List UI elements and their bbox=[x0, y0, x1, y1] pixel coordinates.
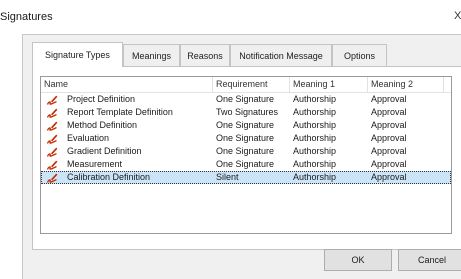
cell-requirement: Silent bbox=[216, 172, 239, 182]
cell-meaning-2: Approval bbox=[371, 120, 407, 130]
cell-meaning-1: Authorship bbox=[293, 107, 337, 117]
cancel-button[interactable]: Cancel bbox=[398, 249, 461, 271]
cell-meaning-1: Authorship bbox=[293, 133, 337, 143]
cell-meaning-2: Approval bbox=[371, 146, 407, 156]
column-header-name[interactable]: Name bbox=[41, 77, 213, 92]
cell-meaning-2: Approval bbox=[371, 159, 407, 169]
table-row[interactable]: Gradient Definition One Signature Authorsh… bbox=[41, 145, 451, 158]
table-row[interactable]: Report Template Definition Two Signatures… bbox=[41, 106, 451, 119]
column-header-meaning-2[interactable]: Meaning 2 bbox=[368, 77, 444, 92]
cell-name: Gradient Definition bbox=[67, 146, 142, 156]
pen-signature-icon bbox=[46, 119, 58, 132]
table-row[interactable]: Project Definition One Signature Authorshi… bbox=[41, 93, 451, 106]
cell-requirement: One Signature bbox=[216, 159, 275, 169]
cell-meaning-1: Authorship bbox=[293, 159, 337, 169]
table-row[interactable]: Method Definition One Signature Authorship… bbox=[41, 119, 451, 132]
cell-name: Report Template Definition bbox=[67, 107, 173, 117]
tab-page: Name Requirement Meaning 1 Meaning 2 Pro… bbox=[32, 66, 461, 250]
column-header-meaning-1[interactable]: Meaning 1 bbox=[290, 77, 368, 92]
cell-requirement: One Signature bbox=[216, 94, 275, 104]
table-row[interactable]: Calibration Definition Silent Authorship Ap… bbox=[41, 171, 451, 184]
signature-types-list[interactable]: Name Requirement Meaning 1 Meaning 2 Pro… bbox=[40, 76, 452, 234]
cell-meaning-2: Approval bbox=[371, 107, 407, 117]
cell-requirement: One Signature bbox=[216, 146, 275, 156]
dialog-panel: Signature Types Meanings Reasons Notific… bbox=[22, 34, 461, 279]
pen-signature-icon bbox=[46, 132, 58, 145]
cell-meaning-1: Authorship bbox=[293, 94, 337, 104]
column-header-requirement[interactable]: Requirement bbox=[213, 77, 290, 92]
ok-button[interactable]: OK bbox=[324, 249, 392, 271]
cell-name: Project Definition bbox=[67, 94, 136, 104]
cell-meaning-2: Approval bbox=[371, 172, 407, 182]
table-row[interactable]: Measurement One Signature Authorship Approv… bbox=[41, 158, 451, 171]
cell-name: Method Definition bbox=[67, 120, 138, 130]
cell-meaning-1: Authorship bbox=[293, 146, 337, 156]
cell-meaning-2: Approval bbox=[371, 94, 407, 104]
table-row[interactable]: Evaluation One Signature Authorship Approva… bbox=[41, 132, 451, 145]
tab-reasons[interactable]: Reasons bbox=[180, 44, 230, 66]
tab-notification-message[interactable]: Notification Message bbox=[230, 44, 332, 66]
pen-signature-icon bbox=[46, 158, 58, 171]
tab-signature-types[interactable]: Signature Types bbox=[32, 42, 123, 67]
pen-signature-icon bbox=[46, 171, 58, 184]
tab-meanings[interactable]: Meanings bbox=[123, 44, 180, 66]
pen-signature-icon bbox=[46, 93, 58, 106]
cell-requirement: One Signature bbox=[216, 133, 275, 143]
cell-meaning-1: Authorship bbox=[293, 120, 337, 130]
cell-meaning-1: Authorship bbox=[293, 172, 337, 182]
tab-options[interactable]: Options bbox=[332, 44, 387, 66]
cell-name: Calibration Definition bbox=[67, 172, 151, 182]
cell-requirement: Two Signatures bbox=[216, 107, 279, 117]
window-title: Signatures bbox=[0, 11, 53, 23]
list-header: Name Requirement Meaning 1 Meaning 2 bbox=[41, 77, 451, 93]
pen-signature-icon bbox=[46, 106, 58, 119]
pen-signature-icon bbox=[46, 145, 58, 158]
cell-name: Measurement bbox=[67, 159, 123, 169]
cell-meaning-2: Approval bbox=[371, 133, 407, 143]
cell-name: Evaluation bbox=[67, 133, 110, 143]
title-bar: Signatures X bbox=[0, 0, 461, 34]
cell-requirement: One Signature bbox=[216, 120, 275, 130]
close-button[interactable]: X bbox=[454, 10, 461, 22]
